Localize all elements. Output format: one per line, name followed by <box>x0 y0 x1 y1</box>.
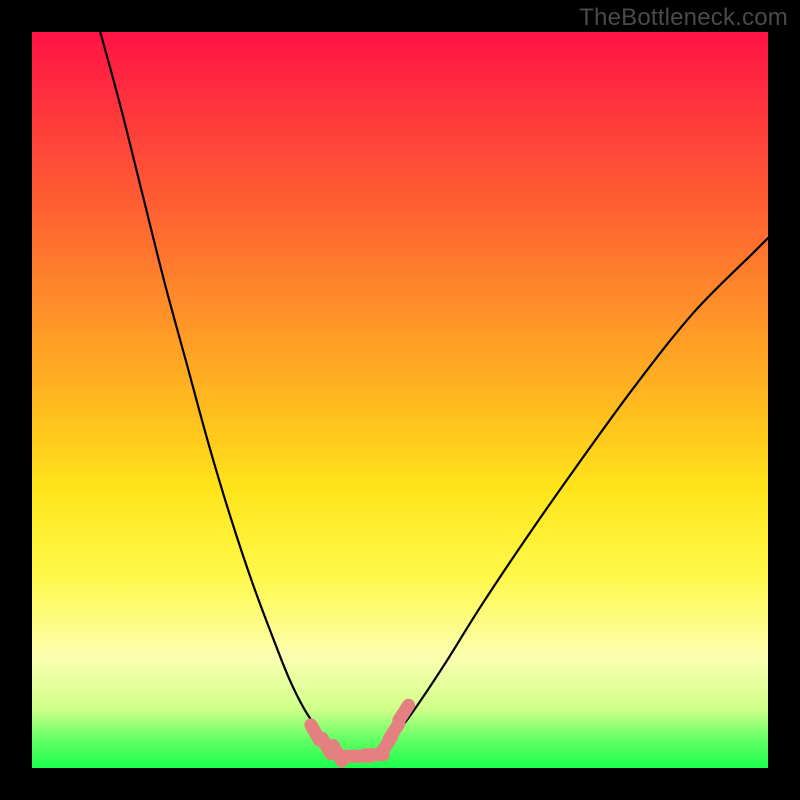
trough-markers <box>311 705 409 761</box>
left-curve-path <box>98 25 341 754</box>
right-curve-path <box>378 238 768 753</box>
watermark-text: TheBottleneck.com <box>579 4 788 32</box>
curve-layer <box>32 32 768 768</box>
plot-area <box>32 32 768 768</box>
trough-marker <box>399 705 409 720</box>
outer-frame: TheBottleneck.com <box>0 0 800 800</box>
